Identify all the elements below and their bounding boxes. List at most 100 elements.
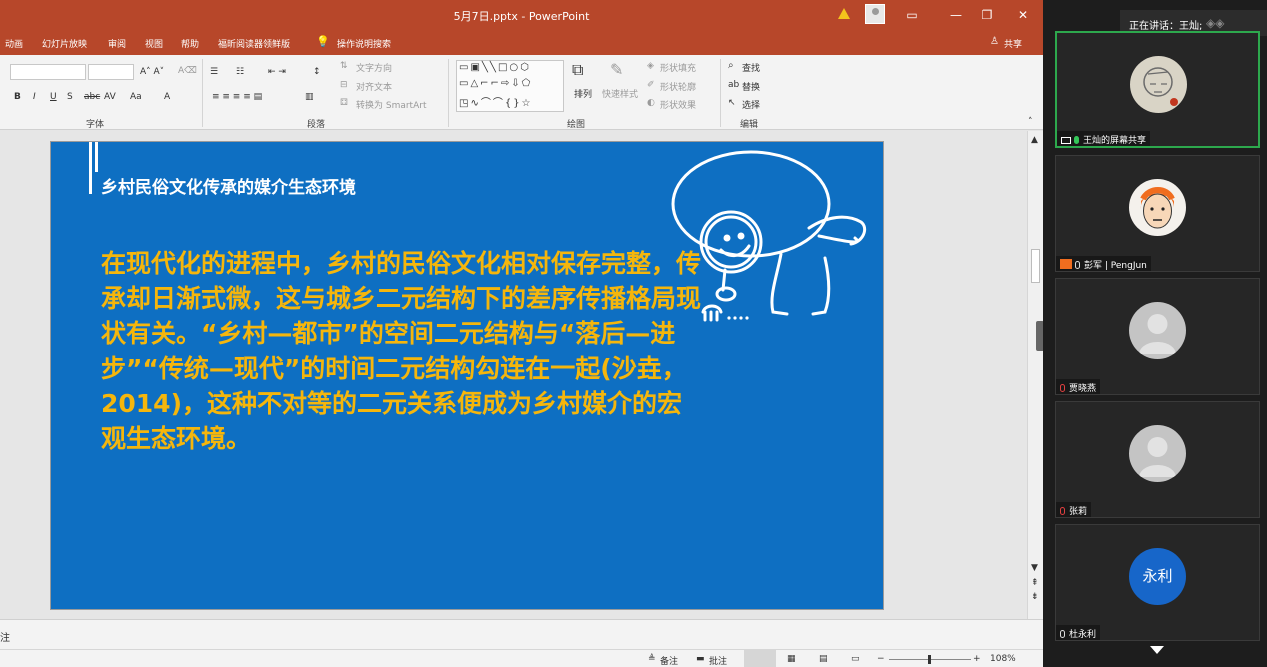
numbering-icon[interactable]: ☷ bbox=[236, 67, 244, 77]
notes-pane[interactable]: 注 bbox=[0, 619, 1043, 649]
find-icon[interactable]: ⌕ bbox=[728, 60, 734, 71]
shape-outline-button[interactable]: 形状轮廓 bbox=[660, 80, 696, 93]
mic-muted-icon bbox=[1060, 384, 1065, 392]
grow-font-icon[interactable]: A˄ A˅ bbox=[140, 67, 164, 77]
collapse-ribbon-icon[interactable]: ˄ bbox=[1028, 117, 1033, 127]
char-spacing-icon[interactable]: AV bbox=[104, 92, 116, 102]
strikethrough-icon[interactable]: abc bbox=[84, 92, 100, 102]
shapes-gallery[interactable]: ▭▣╲╲□○⬡ ▭△⌐⌐⇨⇩⬠ ◳∿⌒⌒{}☆ bbox=[456, 60, 564, 112]
line-spacing-icon[interactable]: ↕ bbox=[313, 67, 321, 77]
font-family-select[interactable] bbox=[10, 64, 86, 80]
convert-smartart-button[interactable]: 转换为 SmartArt bbox=[356, 98, 426, 111]
slide[interactable]: 乡村民俗文化传承的媒介生态环境 在现代化的进程中，乡村的民俗文化相对保存完整，传… bbox=[50, 141, 884, 610]
text-direction-button[interactable]: 文字方向 bbox=[356, 61, 392, 74]
reading-view-icon[interactable]: ▤ bbox=[819, 654, 828, 664]
host-icon bbox=[1060, 259, 1072, 269]
indent-icon[interactable]: ⇤ ⇥ bbox=[268, 67, 286, 77]
participant-tile[interactable]: 张莉 bbox=[1055, 401, 1260, 518]
account-avatar-icon[interactable] bbox=[865, 4, 885, 24]
comments-icon[interactable]: ▬ bbox=[696, 654, 705, 664]
shapes-row-icons[interactable]: ▭▣╲╲□○⬡ bbox=[459, 62, 531, 73]
scroll-thumb[interactable] bbox=[1031, 249, 1040, 283]
select-icon[interactable]: ↖ bbox=[728, 98, 736, 108]
quick-styles-button[interactable]: 快速样式 bbox=[602, 87, 638, 100]
columns-icon[interactable]: ▥ bbox=[305, 92, 314, 102]
tab-view[interactable]: 视图 bbox=[145, 37, 163, 50]
smartart-icon[interactable]: ⚃ bbox=[340, 98, 348, 108]
select-button[interactable]: 选择 bbox=[742, 98, 760, 111]
underline-icon[interactable]: U bbox=[50, 92, 57, 102]
shapes-row-icons[interactable]: ◳∿⌒⌒{}☆ bbox=[459, 94, 533, 109]
arrange-button[interactable]: 排列 bbox=[574, 87, 592, 100]
change-case-icon[interactable]: Aa bbox=[130, 92, 142, 102]
font-size-select[interactable] bbox=[88, 64, 134, 80]
normal-view-icon[interactable] bbox=[744, 650, 776, 667]
participant-tile[interactable]: 永利 杜永利 bbox=[1055, 524, 1260, 641]
notes-placeholder[interactable]: 注 bbox=[0, 629, 10, 644]
slideshow-icon[interactable]: ▭ bbox=[851, 654, 860, 664]
slide-sorter-icon[interactable]: ▦ bbox=[787, 654, 796, 664]
tab-slideshow[interactable]: 幻灯片放映 bbox=[42, 37, 87, 50]
vertical-scrollbar[interactable]: ▲ ▼ ⇞ ⇟ bbox=[1027, 131, 1043, 619]
italic-icon[interactable]: I bbox=[33, 92, 36, 102]
replace-button[interactable]: 替换 bbox=[742, 80, 760, 93]
bullets-icon[interactable]: ☰ bbox=[210, 67, 218, 77]
bold-icon[interactable]: B bbox=[14, 92, 21, 102]
clear-format-icon[interactable]: A⌫ bbox=[178, 66, 197, 76]
scroll-up-icon[interactable]: ▲ bbox=[1031, 135, 1038, 145]
participant-tile[interactable]: 贾晓燕 bbox=[1055, 278, 1260, 395]
title-bar: 5月7日.pptx - PowerPoint ▭ — ❐ ✕ bbox=[0, 0, 1043, 30]
shapes-row-icons[interactable]: ▭△⌐⌐⇨⇩⬠ bbox=[459, 78, 532, 89]
title-accent-bar bbox=[95, 142, 98, 172]
fill-icon[interactable]: ◈ bbox=[647, 61, 654, 71]
font-color-icon[interactable]: A bbox=[164, 92, 170, 102]
participant-name: 张莉 bbox=[1056, 502, 1092, 517]
replace-icon[interactable]: ab bbox=[728, 80, 739, 90]
scroll-down-icon[interactable]: ▼ bbox=[1031, 563, 1038, 573]
find-button[interactable]: 查找 bbox=[742, 61, 760, 74]
minimize-icon[interactable]: — bbox=[945, 5, 967, 25]
scroll-participants-down-icon[interactable] bbox=[1150, 646, 1164, 654]
close-icon[interactable]: ✕ bbox=[1012, 5, 1034, 25]
magnifier-character-illustration bbox=[671, 150, 867, 322]
share-button[interactable]: 共享 bbox=[1004, 37, 1022, 50]
text-direction-icon[interactable]: ⇅ bbox=[340, 61, 348, 71]
comments-button[interactable]: 批注 bbox=[709, 654, 727, 667]
tell-me-search[interactable]: 操作说明搜索 bbox=[337, 37, 391, 50]
participant-tile[interactable]: 王灿的屏幕共享 bbox=[1055, 31, 1260, 148]
ribbon-display-icon[interactable]: ▭ bbox=[901, 5, 923, 25]
next-slide-icon[interactable]: ⇟ bbox=[1031, 592, 1039, 602]
paragraph-group-label: 段落 bbox=[307, 120, 326, 130]
restore-icon[interactable]: ❐ bbox=[976, 5, 998, 25]
align-icons[interactable]: ≡ ≡ ≡ ≡ ▤ bbox=[212, 92, 262, 102]
notes-icon[interactable]: ≜ bbox=[648, 654, 656, 664]
zoom-slider-thumb[interactable] bbox=[928, 655, 931, 664]
participant-name: 贾晓燕 bbox=[1056, 379, 1101, 394]
zoom-out-icon[interactable]: − bbox=[877, 654, 885, 664]
tab-foxit[interactable]: 福昕阅读器领鲜版 bbox=[218, 37, 290, 50]
tab-animations[interactable]: 动画 bbox=[5, 37, 23, 50]
menu-bar: 动画 幻灯片放映 审阅 视图 帮助 福昕阅读器领鲜版 💡 操作说明搜索 ♙ 共享 bbox=[0, 30, 1043, 55]
notes-button[interactable]: 备注 bbox=[660, 654, 678, 667]
quick-styles-icon[interactable]: ✎ bbox=[610, 60, 623, 79]
outline-icon[interactable]: ✐ bbox=[647, 80, 655, 90]
warning-icon[interactable] bbox=[838, 8, 850, 19]
align-text-button[interactable]: 对齐文本 bbox=[356, 80, 392, 93]
effects-icon[interactable]: ◐ bbox=[647, 98, 655, 108]
slide-body-text[interactable]: 在现代化的进程中，乡村的民俗文化相对保存完整，传承却日渐式微，这与城乡二元结构下… bbox=[101, 246, 701, 456]
tab-help[interactable]: 帮助 bbox=[181, 37, 199, 50]
prev-slide-icon[interactable]: ⇞ bbox=[1031, 578, 1039, 588]
shape-fill-button[interactable]: 形状填充 bbox=[660, 61, 696, 74]
zoom-level[interactable]: 108% bbox=[990, 654, 1016, 664]
tab-review[interactable]: 审阅 bbox=[108, 37, 126, 50]
slide-title[interactable]: 乡村民俗文化传承的媒介生态环境 bbox=[101, 173, 356, 198]
ribbon-separator bbox=[720, 59, 721, 127]
participant-tile[interactable]: 彭军 | PengJun bbox=[1055, 155, 1260, 272]
arrange-icon[interactable]: ⧉ bbox=[572, 60, 583, 80]
pane-collapse-handle[interactable] bbox=[1036, 321, 1043, 351]
shadow-icon[interactable]: S bbox=[67, 92, 73, 102]
view-layout-icon[interactable]: ◈◈ bbox=[1206, 16, 1224, 30]
align-text-icon[interactable]: ⊟ bbox=[340, 80, 348, 90]
zoom-in-icon[interactable]: + bbox=[973, 654, 981, 664]
shape-effects-button[interactable]: 形状效果 bbox=[660, 98, 696, 111]
